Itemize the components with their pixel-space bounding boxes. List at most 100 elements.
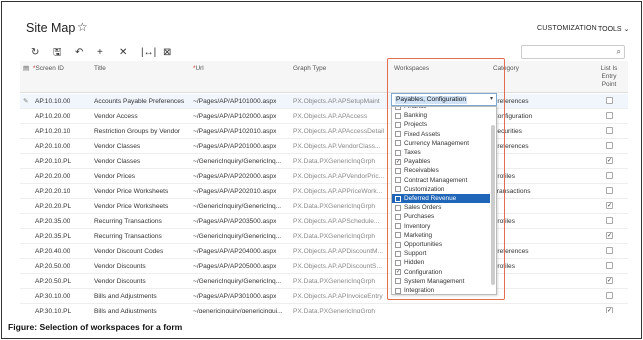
add-icon[interactable]: + xyxy=(97,46,119,60)
workspace-checkbox[interactable] xyxy=(395,250,401,257)
cell-url[interactable]: ~/GenericInquiry/GenericInq... xyxy=(193,233,281,241)
workspace-checkbox[interactable] xyxy=(395,223,401,230)
cell-graph-type[interactable]: PX.Objects.AP.APDiscountS... xyxy=(293,263,387,271)
cell-screen-id[interactable]: AP.30.10.PL xyxy=(35,308,71,314)
entry-point-checkbox[interactable] xyxy=(606,97,613,104)
cell-graph-type[interactable]: PX.Data.PXGenericInqGrph xyxy=(293,203,387,211)
cell-url[interactable]: ~/Pages/AP/AP102010.aspx xyxy=(193,128,276,136)
workspace-option[interactable]: Opportunities xyxy=(392,240,490,249)
save-icon[interactable]: 🖫 xyxy=(53,46,75,60)
cell-url[interactable]: ~/Pages/AP/AP102000.aspx xyxy=(193,113,276,121)
header-url[interactable]: *Url xyxy=(193,65,204,73)
cell-screen-id[interactable]: AP.10.20.10 xyxy=(35,128,70,136)
workspace-checkbox[interactable] xyxy=(395,241,401,248)
workspace-option[interactable]: Integration xyxy=(392,286,490,294)
workspace-option[interactable]: Currency Management xyxy=(392,139,490,148)
cell-screen-id[interactable]: AP.20.10.PL xyxy=(35,158,71,166)
column-settings-icon[interactable]: ▤ xyxy=(23,65,29,73)
entry-point-checkbox[interactable]: ✓ xyxy=(606,277,613,284)
entry-point-checkbox[interactable] xyxy=(606,172,613,179)
cell-graph-type[interactable]: PX.Objects.AP.APInvoiceEntry xyxy=(293,293,387,301)
entry-point-checkbox[interactable]: ✓ xyxy=(606,307,613,313)
export-icon[interactable]: ⊠ xyxy=(163,46,185,60)
workspace-checkbox[interactable] xyxy=(395,195,401,202)
table-row[interactable]: AP.20.20.PL Vendor Price Worksheets ~/Gene… xyxy=(20,199,628,214)
cell-url[interactable]: ~/Pages/AP/AP204000.aspx xyxy=(193,248,276,256)
table-row[interactable]: AP.20.10.00 Vendor Classes ~/Pages/AP/AP20… xyxy=(20,139,628,154)
cell-screen-id[interactable]: AP.20.50.PL xyxy=(35,278,71,286)
entry-point-checkbox[interactable]: ✓ xyxy=(606,202,613,209)
workspace-option[interactable]: ✓ Configuration xyxy=(392,268,490,277)
undo-icon[interactable]: ↶ xyxy=(75,46,97,60)
table-row[interactable]: AP.10.20.10 Restriction Groups by Vendor ~… xyxy=(20,124,628,139)
workspace-checkbox[interactable] xyxy=(395,259,401,266)
workspace-option[interactable]: Inventory xyxy=(392,222,490,231)
cell-graph-type[interactable]: PX.Data.PXGenericInqGrph xyxy=(293,278,387,286)
table-row[interactable]: AP.20.50.00 Vendor Discounts ~/Pages/AP/AP… xyxy=(20,259,628,274)
cell-title[interactable]: Vendor Prices xyxy=(94,173,135,181)
cell-screen-id[interactable]: AP.20.20.00 xyxy=(35,173,70,181)
cell-title[interactable]: Accounts Payable Preferences xyxy=(94,98,184,106)
cell-url[interactable]: ~/Pages/AP/AP202000.aspx xyxy=(193,173,276,181)
workspace-option[interactable]: Deferred Revenue xyxy=(392,194,490,204)
cell-url[interactable]: ~/Pages/AP/AP203500.aspx xyxy=(193,218,276,226)
cell-title[interactable]: Vendor Discounts xyxy=(94,263,146,271)
workspace-checkbox[interactable]: ✓ xyxy=(395,269,401,276)
cell-title[interactable]: Restriction Groups by Vendor xyxy=(94,128,180,136)
cell-category[interactable]: Preferences xyxy=(493,143,583,151)
workspace-checkbox[interactable] xyxy=(395,140,401,147)
cell-title[interactable]: Vendor Price Worksheets xyxy=(94,203,168,211)
workspace-checkbox[interactable] xyxy=(395,167,401,174)
cell-screen-id[interactable]: AP.10.10.00 xyxy=(35,98,70,106)
table-row[interactable]: AP.20.35.00 Recurring Transactions ~/Pages… xyxy=(20,214,628,229)
table-row[interactable]: AP.30.10.00 Bills and Adjustments ~/Pages/… xyxy=(20,289,628,304)
tools-menu[interactable]: TOOLS ⌄ xyxy=(598,25,629,33)
table-row[interactable]: AP.10.20.00 Vendor Access ~/Pages/AP/AP102… xyxy=(20,109,628,124)
cell-graph-type[interactable]: PX.Objects.AP.APDiscountM... xyxy=(293,248,387,256)
cell-url[interactable]: ~/GenericInquiry/GenericInq... xyxy=(193,278,281,286)
workspace-option[interactable]: Receivables xyxy=(392,166,490,175)
cell-screen-id[interactable]: AP.20.50.00 xyxy=(35,263,70,271)
cell-url[interactable]: ~/Pages/AP/AP205000.aspx xyxy=(193,263,276,271)
cell-url[interactable]: ~/Pages/AP/AP301000.aspx xyxy=(193,293,276,301)
cell-url[interactable]: ~/Pages/AP/AP101000.aspx xyxy=(193,98,276,106)
dropdown-scrollbar[interactable] xyxy=(491,125,495,285)
workspace-checkbox[interactable] xyxy=(395,204,401,211)
star-icon[interactable]: ☆ xyxy=(77,20,88,34)
cell-category[interactable]: Configuration xyxy=(493,113,583,121)
entry-point-checkbox[interactable] xyxy=(606,262,613,269)
cell-graph-type[interactable]: PX.Objects.AP.APAccessDetail xyxy=(293,128,387,136)
workspace-checkbox[interactable]: ✓ xyxy=(395,158,401,165)
cell-url[interactable]: ~/Pages/AP/AP202010.aspx xyxy=(193,188,276,196)
table-row[interactable]: AP.30.10.PL Bills and Adjustments ~/generi… xyxy=(20,304,628,313)
cell-category[interactable]: Profiles xyxy=(493,263,583,271)
cell-graph-type[interactable]: PX.Objects.AP.APPriceWork... xyxy=(293,188,387,196)
entry-point-checkbox[interactable] xyxy=(606,127,613,134)
table-row[interactable]: AP.20.20.10 Vendor Price Worksheets ~/Page… xyxy=(20,184,628,199)
cell-category[interactable]: Profiles xyxy=(493,218,583,226)
delete-icon[interactable]: ✕ xyxy=(119,46,141,60)
cell-graph-type[interactable]: PX.Objects.AP.VendorClass... xyxy=(293,143,387,151)
header-screen-id[interactable]: *Screen ID xyxy=(33,65,64,73)
cell-title[interactable]: Vendor Price Worksheets xyxy=(94,188,168,196)
cell-screen-id[interactable]: AP.20.20.10 xyxy=(35,188,70,196)
workspace-option[interactable]: ✓ Payables xyxy=(392,157,490,166)
workspace-checkbox[interactable] xyxy=(395,112,401,119)
workspace-option[interactable]: Sales Orders xyxy=(392,203,490,212)
workspace-checkbox[interactable] xyxy=(395,278,401,285)
workspace-option[interactable]: Contract Management xyxy=(392,176,490,185)
entry-point-checkbox[interactable] xyxy=(606,292,613,299)
cell-graph-type[interactable]: PX.Objects.AP.APSchedule... xyxy=(293,218,387,226)
cell-url[interactable]: ~/GenericInquiry/GenericInq... xyxy=(193,203,281,211)
header-title[interactable]: Title xyxy=(94,65,106,73)
cell-category[interactable]: Profiles xyxy=(493,173,583,181)
workspace-checkbox[interactable] xyxy=(395,107,401,110)
cell-url[interactable]: ~/GenericInquiry/GenericInq... xyxy=(193,158,281,166)
workspace-checkbox[interactable] xyxy=(395,287,401,294)
cell-category[interactable]: Preferences xyxy=(493,248,583,256)
entry-point-checkbox[interactable] xyxy=(606,217,613,224)
cell-screen-id[interactable]: AP.20.35.PL xyxy=(35,233,71,241)
cell-category[interactable]: Transactions xyxy=(493,188,583,196)
cell-title[interactable]: Vendor Access xyxy=(94,113,138,121)
table-row[interactable]: AP.20.40.00 Vendor Discount Codes ~/Pages/… xyxy=(20,244,628,259)
